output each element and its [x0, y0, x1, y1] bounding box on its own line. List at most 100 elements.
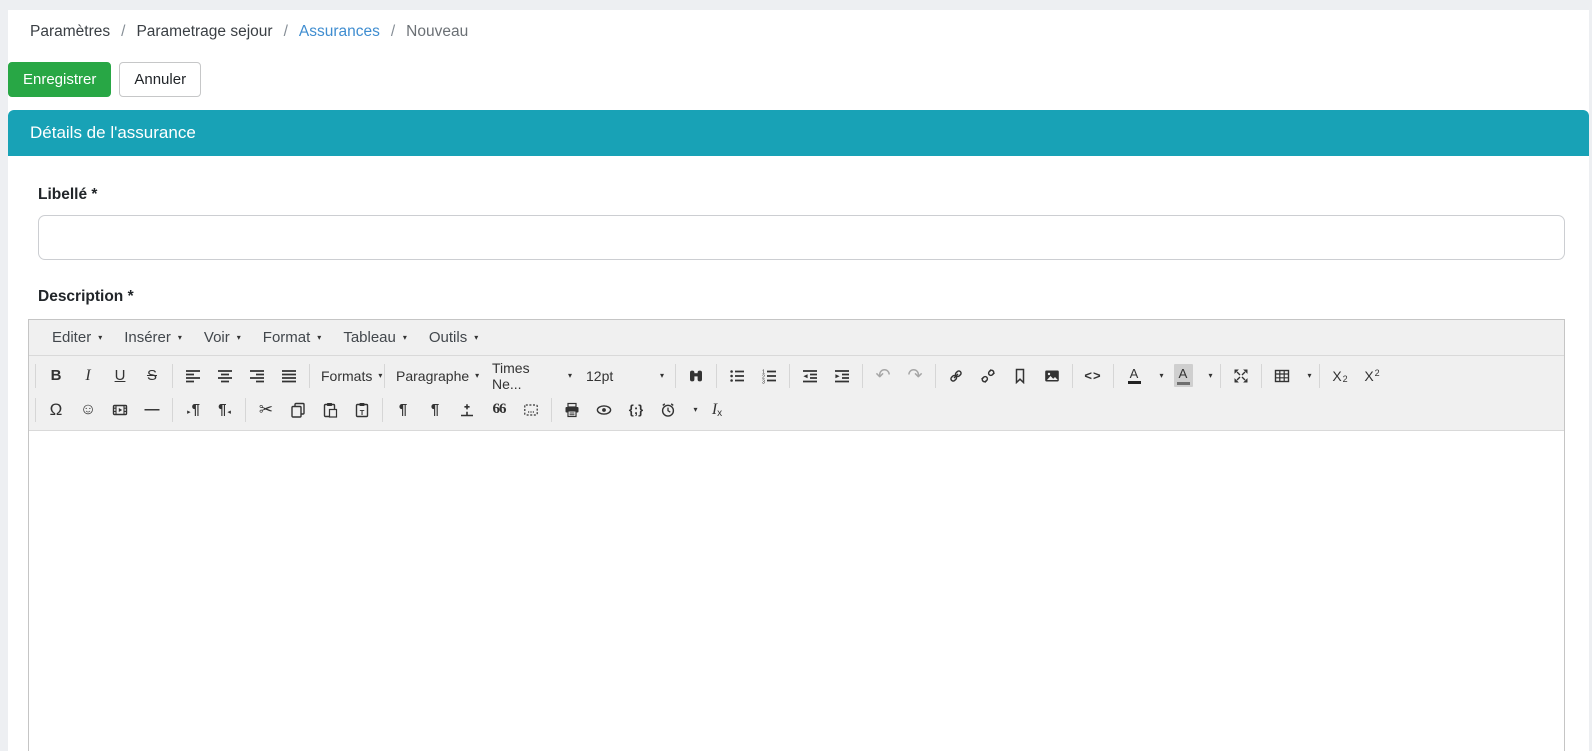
- superscript-button[interactable]: X2: [1357, 363, 1387, 388]
- indent-button[interactable]: [827, 363, 857, 388]
- menu-format[interactable]: Format ▾: [252, 321, 333, 354]
- content-card: Paramètres / Parametrage sejour / Assura…: [8, 10, 1589, 751]
- align-justify-icon: [281, 368, 297, 384]
- page-break-button[interactable]: [452, 397, 482, 422]
- page-break-icon: [459, 402, 475, 418]
- blockquote-button[interactable]: 66: [484, 397, 514, 422]
- menu-edit[interactable]: Editer ▾: [41, 321, 113, 354]
- editor-content[interactable]: [29, 431, 1564, 751]
- insert-datetime-caret[interactable]: ▾: [685, 397, 700, 422]
- menu-insert-label: Insérer: [124, 329, 171, 346]
- copy-button[interactable]: [283, 397, 313, 422]
- clear-formatting-button[interactable]: Ix: [702, 397, 732, 422]
- bookmark-icon: [1012, 368, 1028, 384]
- background-color-button[interactable]: A: [1168, 363, 1198, 388]
- align-justify-button[interactable]: [274, 363, 304, 388]
- save-button[interactable]: Enregistrer: [8, 62, 111, 97]
- horizontal-rule-button[interactable]: —: [137, 397, 167, 422]
- nonbreaking-space-button[interactable]: [516, 397, 546, 422]
- special-character-button[interactable]: Ω: [41, 397, 71, 422]
- visual-blocks-button[interactable]: ¶: [388, 397, 418, 422]
- visual-chars-button[interactable]: ¶: [420, 397, 450, 422]
- bullet-list-icon: [729, 368, 745, 384]
- menu-tools-label: Outils: [429, 329, 467, 346]
- chevron-down-icon: ▾: [660, 371, 664, 380]
- background-color-caret[interactable]: ▾: [1200, 363, 1215, 388]
- eye-icon: [596, 402, 612, 418]
- insert-image-button[interactable]: [1037, 363, 1067, 388]
- insurance-details-panel: Détails de l'assurance Libellé * Descrip…: [8, 110, 1589, 751]
- paragraph-style-label: Paragraphe: [396, 368, 469, 384]
- breadcrumb-separator: /: [284, 23, 288, 41]
- subscript-button[interactable]: X2: [1325, 363, 1355, 388]
- nonbreaking-space-icon: [523, 402, 539, 418]
- binoculars-icon: [688, 368, 704, 384]
- menu-insert[interactable]: Insérer ▾: [113, 321, 193, 354]
- anchor-button[interactable]: [1005, 363, 1035, 388]
- breadcrumb-parametres[interactable]: Paramètres: [30, 23, 110, 41]
- numbered-list-button[interactable]: 123: [754, 363, 784, 388]
- source-code-button[interactable]: <>: [1078, 363, 1108, 388]
- italic-button[interactable]: I: [73, 363, 103, 388]
- menu-view[interactable]: Voir ▾: [193, 321, 252, 354]
- menu-table[interactable]: Tableau ▾: [332, 321, 418, 354]
- chevron-down-icon: ▾: [98, 333, 102, 342]
- redo-button[interactable]: ↷: [900, 363, 930, 388]
- underline-button[interactable]: U: [105, 363, 135, 388]
- panel-body: Libellé * Description * Editer ▾ Insérer…: [8, 156, 1589, 751]
- align-left-button[interactable]: [178, 363, 208, 388]
- remove-link-button[interactable]: [973, 363, 1003, 388]
- align-right-button[interactable]: [242, 363, 272, 388]
- table-icon: [1274, 368, 1290, 384]
- horizontal-rule-icon: —: [145, 401, 160, 418]
- code-sample-button[interactable]: {;}: [621, 397, 651, 422]
- blockquote-icon: 66: [493, 401, 506, 418]
- paragraph-style-dropdown[interactable]: Paragraphe ▾: [389, 363, 485, 389]
- emoticons-button[interactable]: ☺: [73, 397, 103, 422]
- text-color-caret[interactable]: ▾: [1151, 363, 1166, 388]
- chevron-down-icon: ▾: [568, 371, 572, 380]
- fullscreen-button[interactable]: [1226, 363, 1256, 388]
- menu-format-label: Format: [263, 329, 311, 346]
- table-button[interactable]: [1267, 363, 1297, 388]
- print-button[interactable]: [557, 397, 587, 422]
- bold-icon: B: [51, 367, 62, 384]
- chevron-down-icon: ▾: [1208, 371, 1212, 380]
- table-caret[interactable]: ▾: [1299, 363, 1314, 388]
- text-color-button[interactable]: A: [1119, 363, 1149, 388]
- cut-button[interactable]: ✂: [251, 397, 281, 422]
- rtl-button[interactable]: ¶◂: [210, 397, 240, 422]
- breadcrumb-assurances-link[interactable]: Assurances: [299, 23, 380, 41]
- menu-tools[interactable]: Outils ▾: [418, 321, 489, 354]
- search-replace-button[interactable]: [681, 363, 711, 388]
- bullet-list-button[interactable]: [722, 363, 752, 388]
- pilcrow-icon: ¶: [431, 401, 439, 418]
- insert-datetime-button[interactable]: [653, 397, 683, 422]
- libelle-input[interactable]: [38, 215, 1565, 260]
- chevron-down-icon: ▾: [1307, 371, 1311, 380]
- menu-view-label: Voir: [204, 329, 230, 346]
- bold-button[interactable]: B: [41, 363, 71, 388]
- breadcrumb-parametrage-sejour[interactable]: Parametrage sejour: [136, 23, 272, 41]
- svg-text:T: T: [360, 407, 365, 416]
- font-size-dropdown[interactable]: 12pt ▾: [579, 363, 671, 389]
- strikethrough-icon: S: [147, 367, 157, 384]
- paste-button[interactable]: [315, 397, 345, 422]
- align-center-button[interactable]: [210, 363, 240, 388]
- undo-button[interactable]: ↶: [868, 363, 898, 388]
- paste-as-text-button[interactable]: T: [347, 397, 377, 422]
- cancel-button[interactable]: Annuler: [119, 62, 201, 97]
- link-icon: [948, 368, 964, 384]
- outdent-button[interactable]: [795, 363, 825, 388]
- font-family-dropdown[interactable]: Times Ne... ▾: [485, 363, 579, 389]
- ltr-button[interactable]: ▸¶: [178, 397, 208, 422]
- chevron-down-icon: ▾: [693, 405, 697, 414]
- formats-dropdown[interactable]: Formats ▾: [314, 363, 380, 389]
- background-color-icon: A: [1174, 364, 1193, 387]
- strikethrough-button[interactable]: S: [137, 363, 167, 388]
- preview-button[interactable]: [589, 397, 619, 422]
- smiley-icon: ☺: [80, 401, 96, 419]
- insert-link-button[interactable]: [941, 363, 971, 388]
- redo-icon: ↷: [907, 365, 922, 386]
- insert-media-button[interactable]: [105, 397, 135, 422]
